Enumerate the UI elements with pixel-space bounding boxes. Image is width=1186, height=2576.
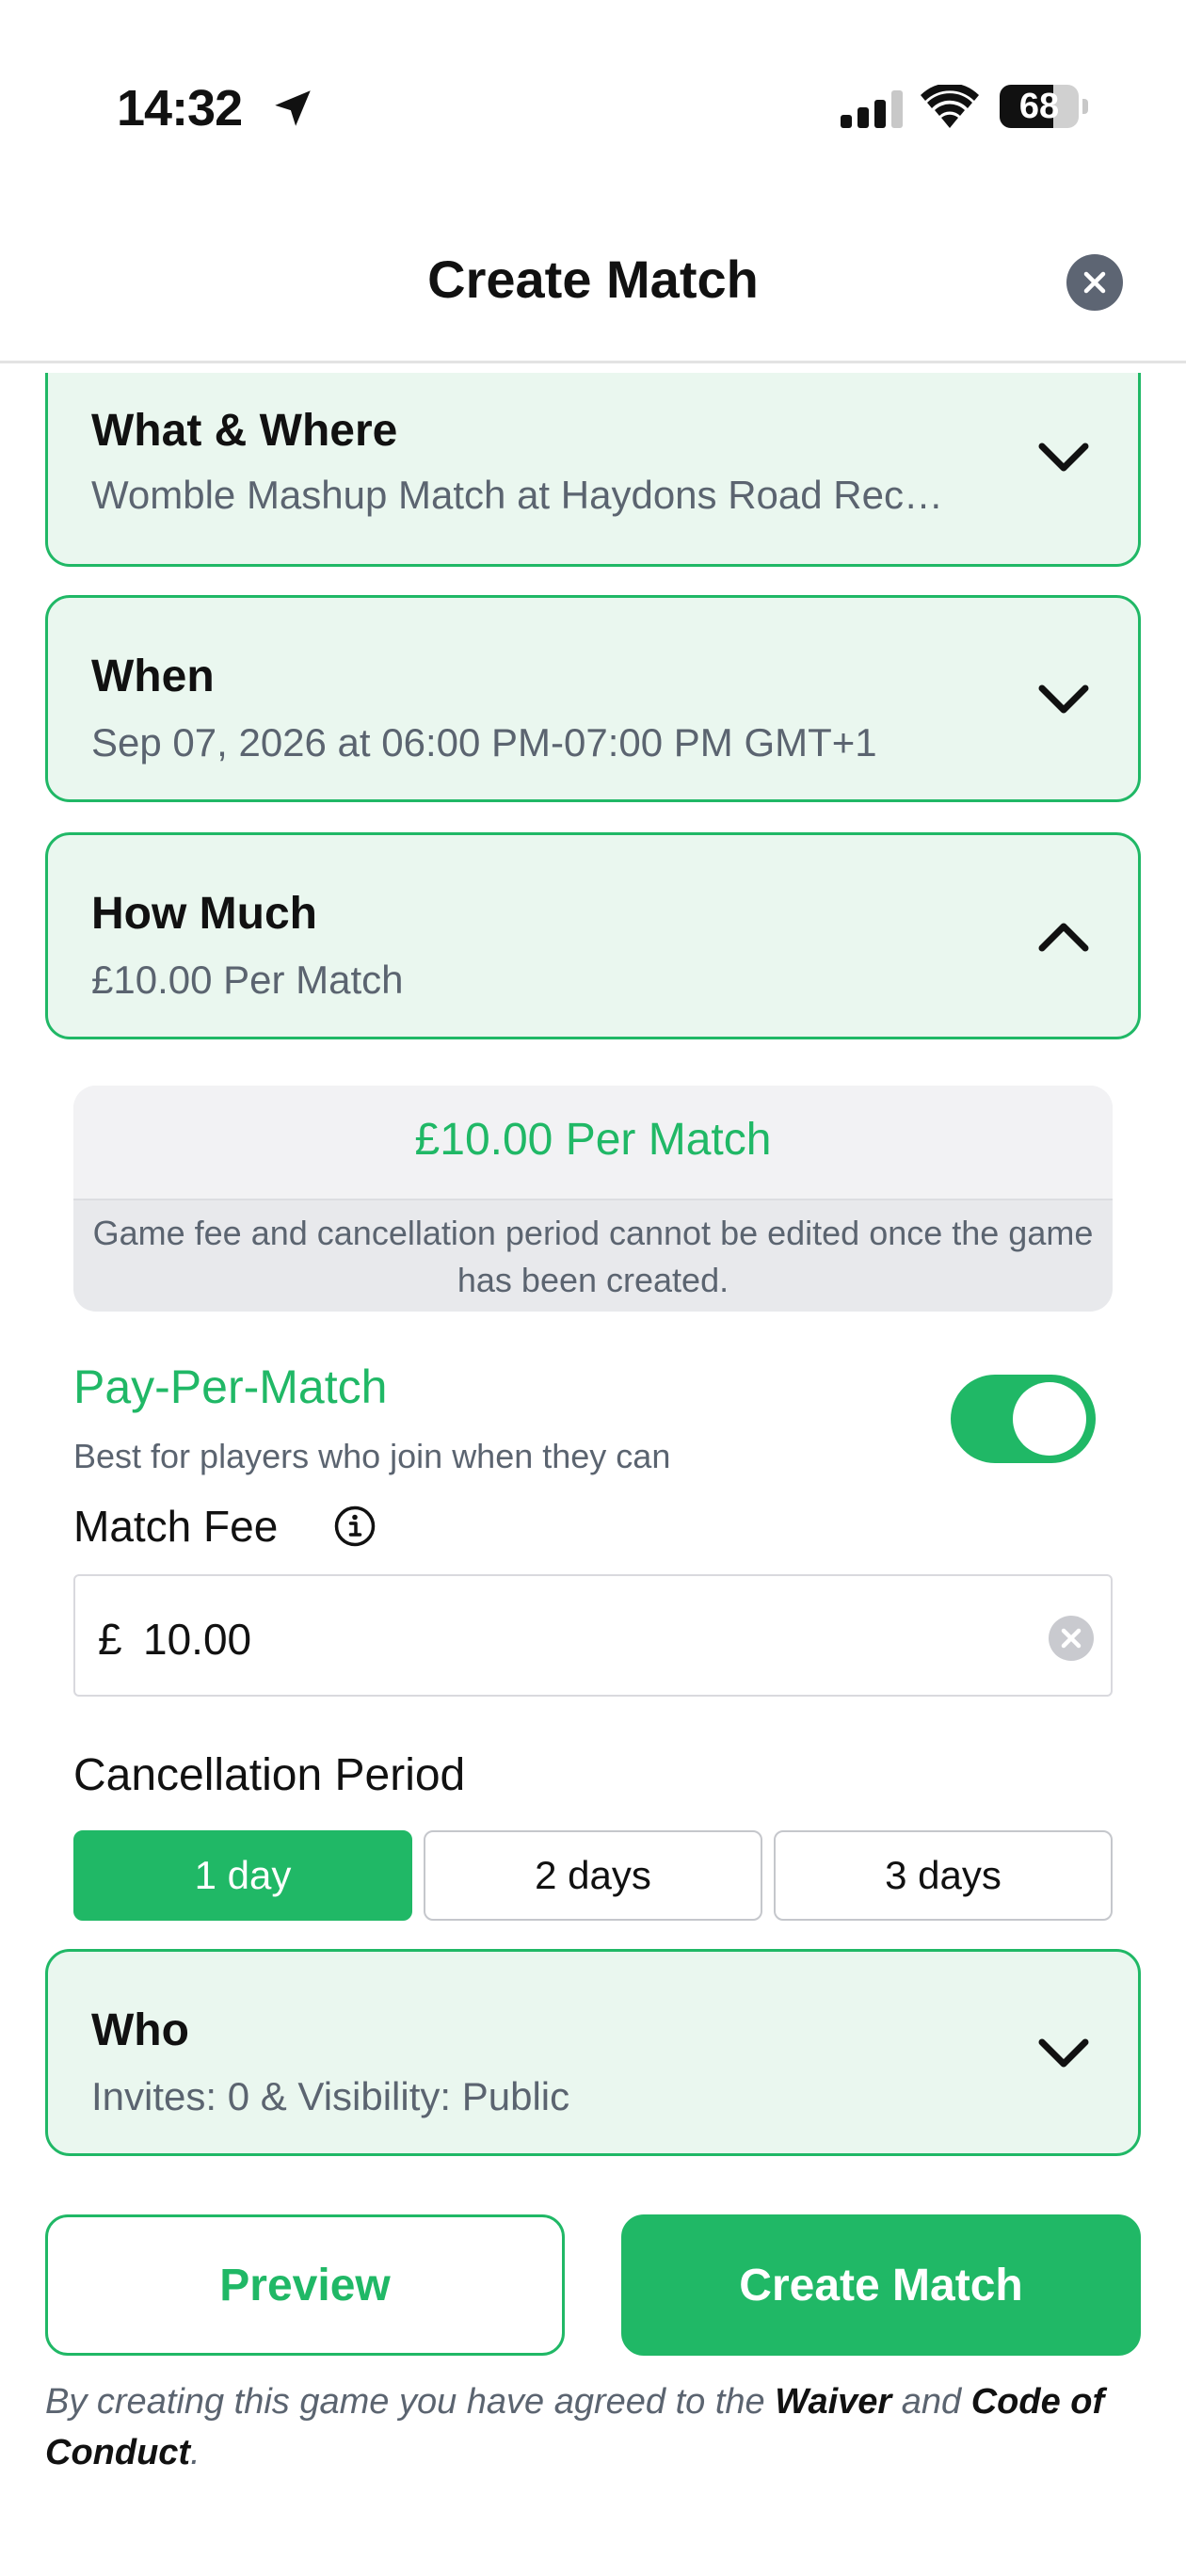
- match-fee-label: Match Fee: [73, 1502, 279, 1551]
- page-title: Create Match: [427, 250, 759, 309]
- create-match-button[interactable]: Create Match: [621, 2214, 1141, 2356]
- cancellation-option-2-days[interactable]: 2 days: [424, 1830, 762, 1921]
- cancellation-option-1-day[interactable]: 1 day: [73, 1830, 412, 1921]
- waiver-link[interactable]: Waiver: [775, 2382, 891, 2422]
- currency-symbol: £: [98, 1615, 122, 1664]
- price-summary-value: £10.00 Per Match: [414, 1115, 772, 1165]
- section-what-where[interactable]: What & Where Womble Mashup Match at Hayd…: [45, 373, 1141, 567]
- section-subtitle: Sep 07, 2026 at 06:00 PM-07:00 PM GMT+1: [91, 720, 877, 765]
- chevron-down-icon: [1038, 2038, 1089, 2068]
- section-subtitle: Invites: 0 & Visibility: Public: [91, 2074, 570, 2118]
- section-subtitle: Womble Mashup Match at Haydons Road Rec…: [91, 473, 943, 517]
- battery-indicator: 68: [1000, 85, 1088, 128]
- section-title: When: [91, 652, 215, 701]
- status-time: 14:32: [117, 80, 243, 137]
- legal-and: and: [891, 2382, 971, 2422]
- info-icon[interactable]: [333, 1505, 377, 1548]
- section-when[interactable]: When Sep 07, 2026 at 06:00 PM-07:00 PM G…: [45, 595, 1141, 802]
- toggle-knob: [1013, 1382, 1086, 1456]
- status-bar: 14:32 68: [0, 0, 1186, 188]
- section-who[interactable]: Who Invites: 0 & Visibility: Public: [45, 1949, 1141, 2156]
- wifi-icon: [921, 85, 979, 128]
- preview-button[interactable]: Preview: [45, 2214, 565, 2356]
- battery-body: 68: [1000, 85, 1079, 128]
- section-title: What & Where: [91, 406, 398, 456]
- close-button[interactable]: [1066, 254, 1123, 311]
- legal-notice: By creating this game you have agreed to…: [45, 2376, 1146, 2478]
- battery-percentage: 68: [1018, 87, 1060, 126]
- chevron-down-icon: [1038, 443, 1089, 472]
- section-subtitle: £10.00 Per Match: [91, 958, 404, 1002]
- pay-per-match-label: Pay-Per-Match: [73, 1360, 388, 1413]
- cancellation-option-3-days[interactable]: 3 days: [774, 1830, 1113, 1921]
- clear-icon[interactable]: [1049, 1616, 1094, 1661]
- price-summary-card: £10.00 Per Match Game fee and cancellati…: [73, 1086, 1113, 1312]
- legal-prefix: By creating this game you have agreed to…: [45, 2382, 776, 2422]
- location-arrow-icon: [275, 90, 311, 126]
- section-title: How Much: [91, 889, 317, 939]
- section-title: Who: [91, 2005, 189, 2055]
- pay-per-match-toggle[interactable]: [951, 1375, 1096, 1463]
- battery-tip: [1082, 99, 1088, 114]
- chevron-up-icon: [1038, 923, 1089, 952]
- cancellation-period-label: Cancellation Period: [73, 1750, 466, 1800]
- header: Create Match: [0, 188, 1186, 363]
- chevron-down-icon: [1038, 684, 1089, 714]
- legal-suffix: .: [190, 2433, 200, 2472]
- section-how-much[interactable]: How Much £10.00 Per Match: [45, 832, 1141, 1039]
- price-summary-note: Game fee and cancellation period cannot …: [92, 1214, 1094, 1299]
- pay-per-match-description: Best for players who join when they can: [73, 1437, 671, 1475]
- match-fee-input[interactable]: £ 10.00: [73, 1574, 1113, 1697]
- price-summary-header: £10.00 Per Match: [73, 1086, 1113, 1200]
- match-fee-value[interactable]: 10.00: [143, 1614, 251, 1665]
- cellular-signal-icon: [841, 90, 903, 128]
- close-icon: [1083, 271, 1106, 294]
